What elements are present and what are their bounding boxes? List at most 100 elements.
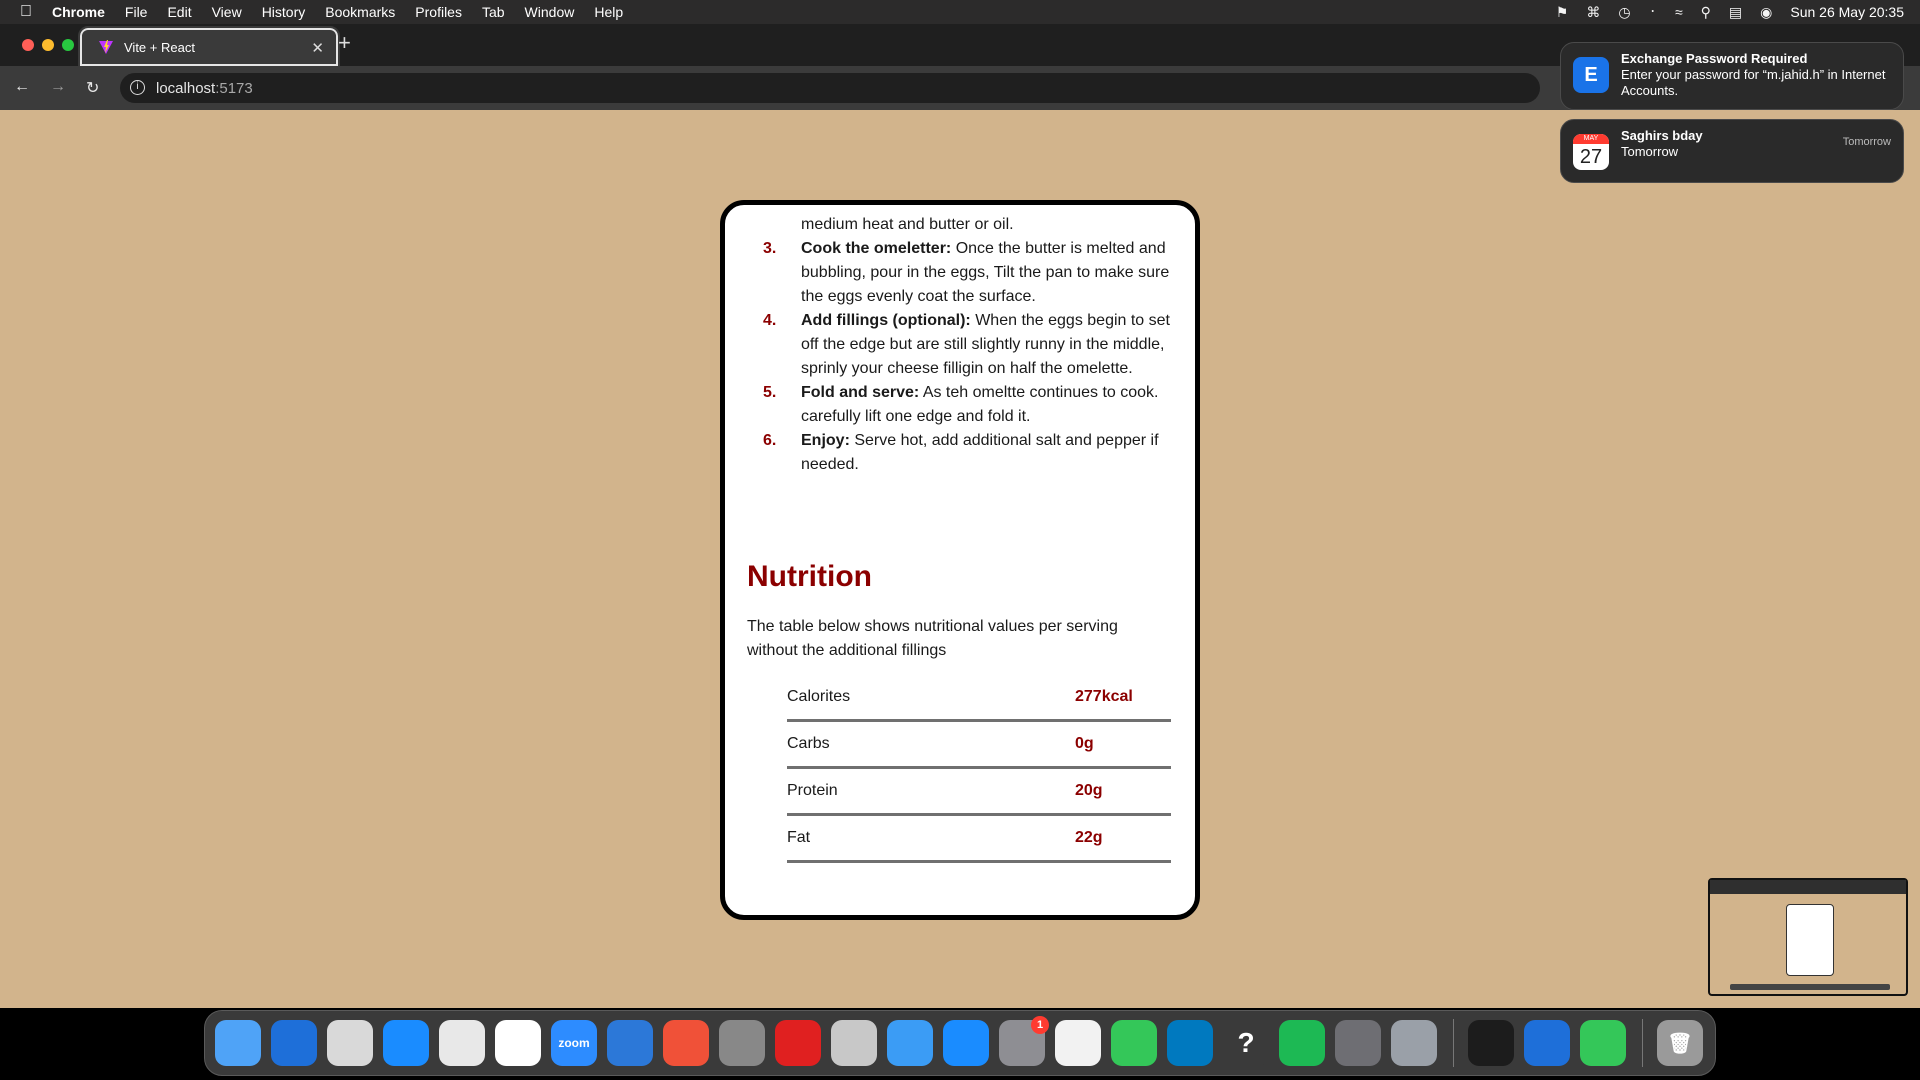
browser-tab[interactable]: Vite + React ✕ bbox=[78, 26, 340, 68]
notification-time: Tomorrow bbox=[1842, 136, 1891, 148]
step-2-cut-text: medium heat and butter or oil. bbox=[801, 216, 1014, 233]
vscode-icon[interactable] bbox=[271, 1020, 317, 1066]
step-number: 3. bbox=[763, 240, 777, 257]
step-number: 6. bbox=[763, 432, 777, 449]
mail-icon[interactable] bbox=[887, 1020, 933, 1066]
trash-icon[interactable]: 🗑 bbox=[1657, 1020, 1703, 1066]
vite-icon bbox=[99, 40, 113, 54]
accessibility-icon[interactable] bbox=[1335, 1020, 1381, 1066]
zoom-icon[interactable]: zoom bbox=[551, 1020, 597, 1066]
menu-help[interactable]: Help bbox=[594, 4, 623, 20]
keyboard-icon[interactable] bbox=[327, 1020, 373, 1066]
bluetooth-icon[interactable]: ᛫ bbox=[1649, 4, 1657, 20]
thumbnail-dock bbox=[1730, 984, 1890, 990]
nutrient-value: 22g bbox=[1075, 829, 1103, 846]
step-text: Cook the omeletter: Once the butter is m… bbox=[801, 237, 1183, 309]
zoom-window-button[interactable] bbox=[62, 39, 74, 51]
messages-icon[interactable] bbox=[1580, 1020, 1626, 1066]
textedit-icon[interactable] bbox=[1055, 1020, 1101, 1066]
safari-icon[interactable] bbox=[383, 1020, 429, 1066]
wifi-icon[interactable]: ≈ bbox=[1675, 4, 1683, 20]
menu-history[interactable]: History bbox=[262, 4, 306, 20]
menu-bookmarks[interactable]: Bookmarks bbox=[325, 4, 395, 20]
time-machine-icon[interactable]: ◷ bbox=[1618, 4, 1630, 21]
slack-icon[interactable] bbox=[495, 1020, 541, 1066]
nutrient-label: Carbs bbox=[787, 735, 830, 752]
calendar-notification[interactable]: MAY 27 Saghirs bday Tomorrow Tomorrow bbox=[1560, 119, 1904, 183]
vscode-2-icon[interactable] bbox=[1524, 1020, 1570, 1066]
menu-file[interactable]: File bbox=[125, 4, 148, 20]
nutrition-heading: Nutrition bbox=[747, 560, 872, 593]
menu-profiles[interactable]: Profiles bbox=[415, 4, 462, 20]
nutrient-value: 0g bbox=[1075, 735, 1094, 752]
nutrition-description: The table below shows nutritional values… bbox=[747, 618, 1118, 659]
siri-icon[interactable]: ◉ bbox=[1760, 4, 1772, 21]
close-window-button[interactable] bbox=[22, 39, 34, 51]
status-area: ⚑ ⌘ ◷ ᛫ ≈ ⚲ ▤ ◉ Sun 26 May 20:35 bbox=[1556, 0, 1904, 24]
step-text: Fold and serve: As teh omeltte continues… bbox=[801, 381, 1183, 429]
back-arrow-icon[interactable]: ← bbox=[14, 78, 30, 96]
site-info-icon[interactable]: i bbox=[130, 80, 145, 95]
step-text: Add fillings (optional): When the eggs b… bbox=[801, 309, 1183, 381]
menu-bar:  Chrome File Edit View History Bookmark… bbox=[0, 0, 1920, 24]
spotlight-search-icon[interactable]: ⚲ bbox=[1701, 4, 1711, 21]
list-item: 5. Fold and serve: As teh omeltte contin… bbox=[753, 381, 1183, 429]
menu-tab[interactable]: Tab bbox=[482, 4, 505, 20]
system-prefs-icon[interactable] bbox=[1391, 1020, 1437, 1066]
finder-icon[interactable] bbox=[215, 1020, 261, 1066]
minimize-window-button[interactable] bbox=[42, 39, 54, 51]
table-row: Carbs 0g bbox=[787, 722, 1171, 769]
calendar-month: MAY bbox=[1573, 134, 1609, 144]
close-tab-icon[interactable]: ✕ bbox=[311, 39, 324, 57]
address-bar[interactable]: i localhost:5173 bbox=[120, 73, 1540, 103]
calendar-day: 27 bbox=[1579, 146, 1603, 168]
reload-icon[interactable]: ↻ bbox=[86, 78, 99, 98]
calendar-icon: MAY 27 bbox=[1573, 134, 1609, 170]
facetime-icon[interactable] bbox=[1111, 1020, 1157, 1066]
screenshot-thumbnail[interactable] bbox=[1708, 878, 1908, 996]
exchange-notification[interactable]: E Exchange Password Required Enter your … bbox=[1560, 42, 1904, 110]
apple-icon[interactable]:  bbox=[20, 3, 40, 21]
trello-icon[interactable] bbox=[1167, 1020, 1213, 1066]
thumbnail-toolbar bbox=[1710, 880, 1906, 894]
notification-body: Enter your password for “m.jahid.h” in I… bbox=[1621, 67, 1886, 98]
chrome-icon[interactable] bbox=[439, 1020, 485, 1066]
list-item: 6. Enjoy: Serve hot, add additional salt… bbox=[753, 429, 1183, 477]
downloader-icon[interactable] bbox=[775, 1020, 821, 1066]
elephant-icon[interactable]: ⚑ bbox=[1556, 4, 1569, 21]
menu-app-name[interactable]: Chrome bbox=[52, 4, 105, 20]
table-row: Protein 20g bbox=[787, 769, 1171, 816]
dock-separator bbox=[1453, 1019, 1454, 1067]
app-store-icon[interactable] bbox=[943, 1020, 989, 1066]
new-tab-icon[interactable]: + bbox=[338, 30, 351, 56]
storage-icon[interactable] bbox=[831, 1020, 877, 1066]
control-center-icon[interactable]: ▤ bbox=[1729, 4, 1742, 21]
url-port: :5173 bbox=[215, 79, 253, 97]
dock-recent-apps bbox=[1468, 1020, 1636, 1066]
spotify-icon[interactable] bbox=[1279, 1020, 1325, 1066]
nutrient-label: Fat bbox=[787, 829, 811, 846]
thumbnail-card bbox=[1786, 904, 1834, 976]
table-row: Calorites 277kcal bbox=[787, 675, 1171, 722]
xcode-icon[interactable] bbox=[607, 1020, 653, 1066]
list-item: 3. Cook the omeletter: Once the butter i… bbox=[753, 237, 1183, 309]
dock-apps: zoom 1? bbox=[215, 1016, 1447, 1066]
nutrition-table: Calorites 277kcal Carbs 0g Protein 20g F… bbox=[787, 675, 1171, 863]
compressor-icon[interactable] bbox=[719, 1020, 765, 1066]
settings-icon[interactable]: 1 bbox=[999, 1016, 1049, 1066]
menubar-clock[interactable]: Sun 26 May 20:35 bbox=[1790, 4, 1904, 20]
menu-window[interactable]: Window bbox=[525, 4, 575, 20]
menu-edit[interactable]: Edit bbox=[167, 4, 191, 20]
step-title: Enjoy: bbox=[801, 432, 850, 449]
forward-arrow-icon[interactable]: → bbox=[50, 78, 66, 96]
nutrient-value: 277kcal bbox=[1075, 688, 1133, 705]
swift-icon[interactable] bbox=[663, 1020, 709, 1066]
step-text: Enjoy: Serve hot, add additional salt an… bbox=[801, 429, 1183, 477]
tab-title: Vite + React bbox=[124, 39, 195, 55]
menu-view[interactable]: View bbox=[212, 4, 242, 20]
terminal-icon[interactable] bbox=[1468, 1020, 1514, 1066]
notification-title: Saghirs bday bbox=[1621, 128, 1703, 143]
help-icon[interactable]: ? bbox=[1223, 1020, 1269, 1066]
command-icon[interactable]: ⌘ bbox=[1586, 4, 1600, 21]
notification-badge: 1 bbox=[1031, 1016, 1049, 1034]
